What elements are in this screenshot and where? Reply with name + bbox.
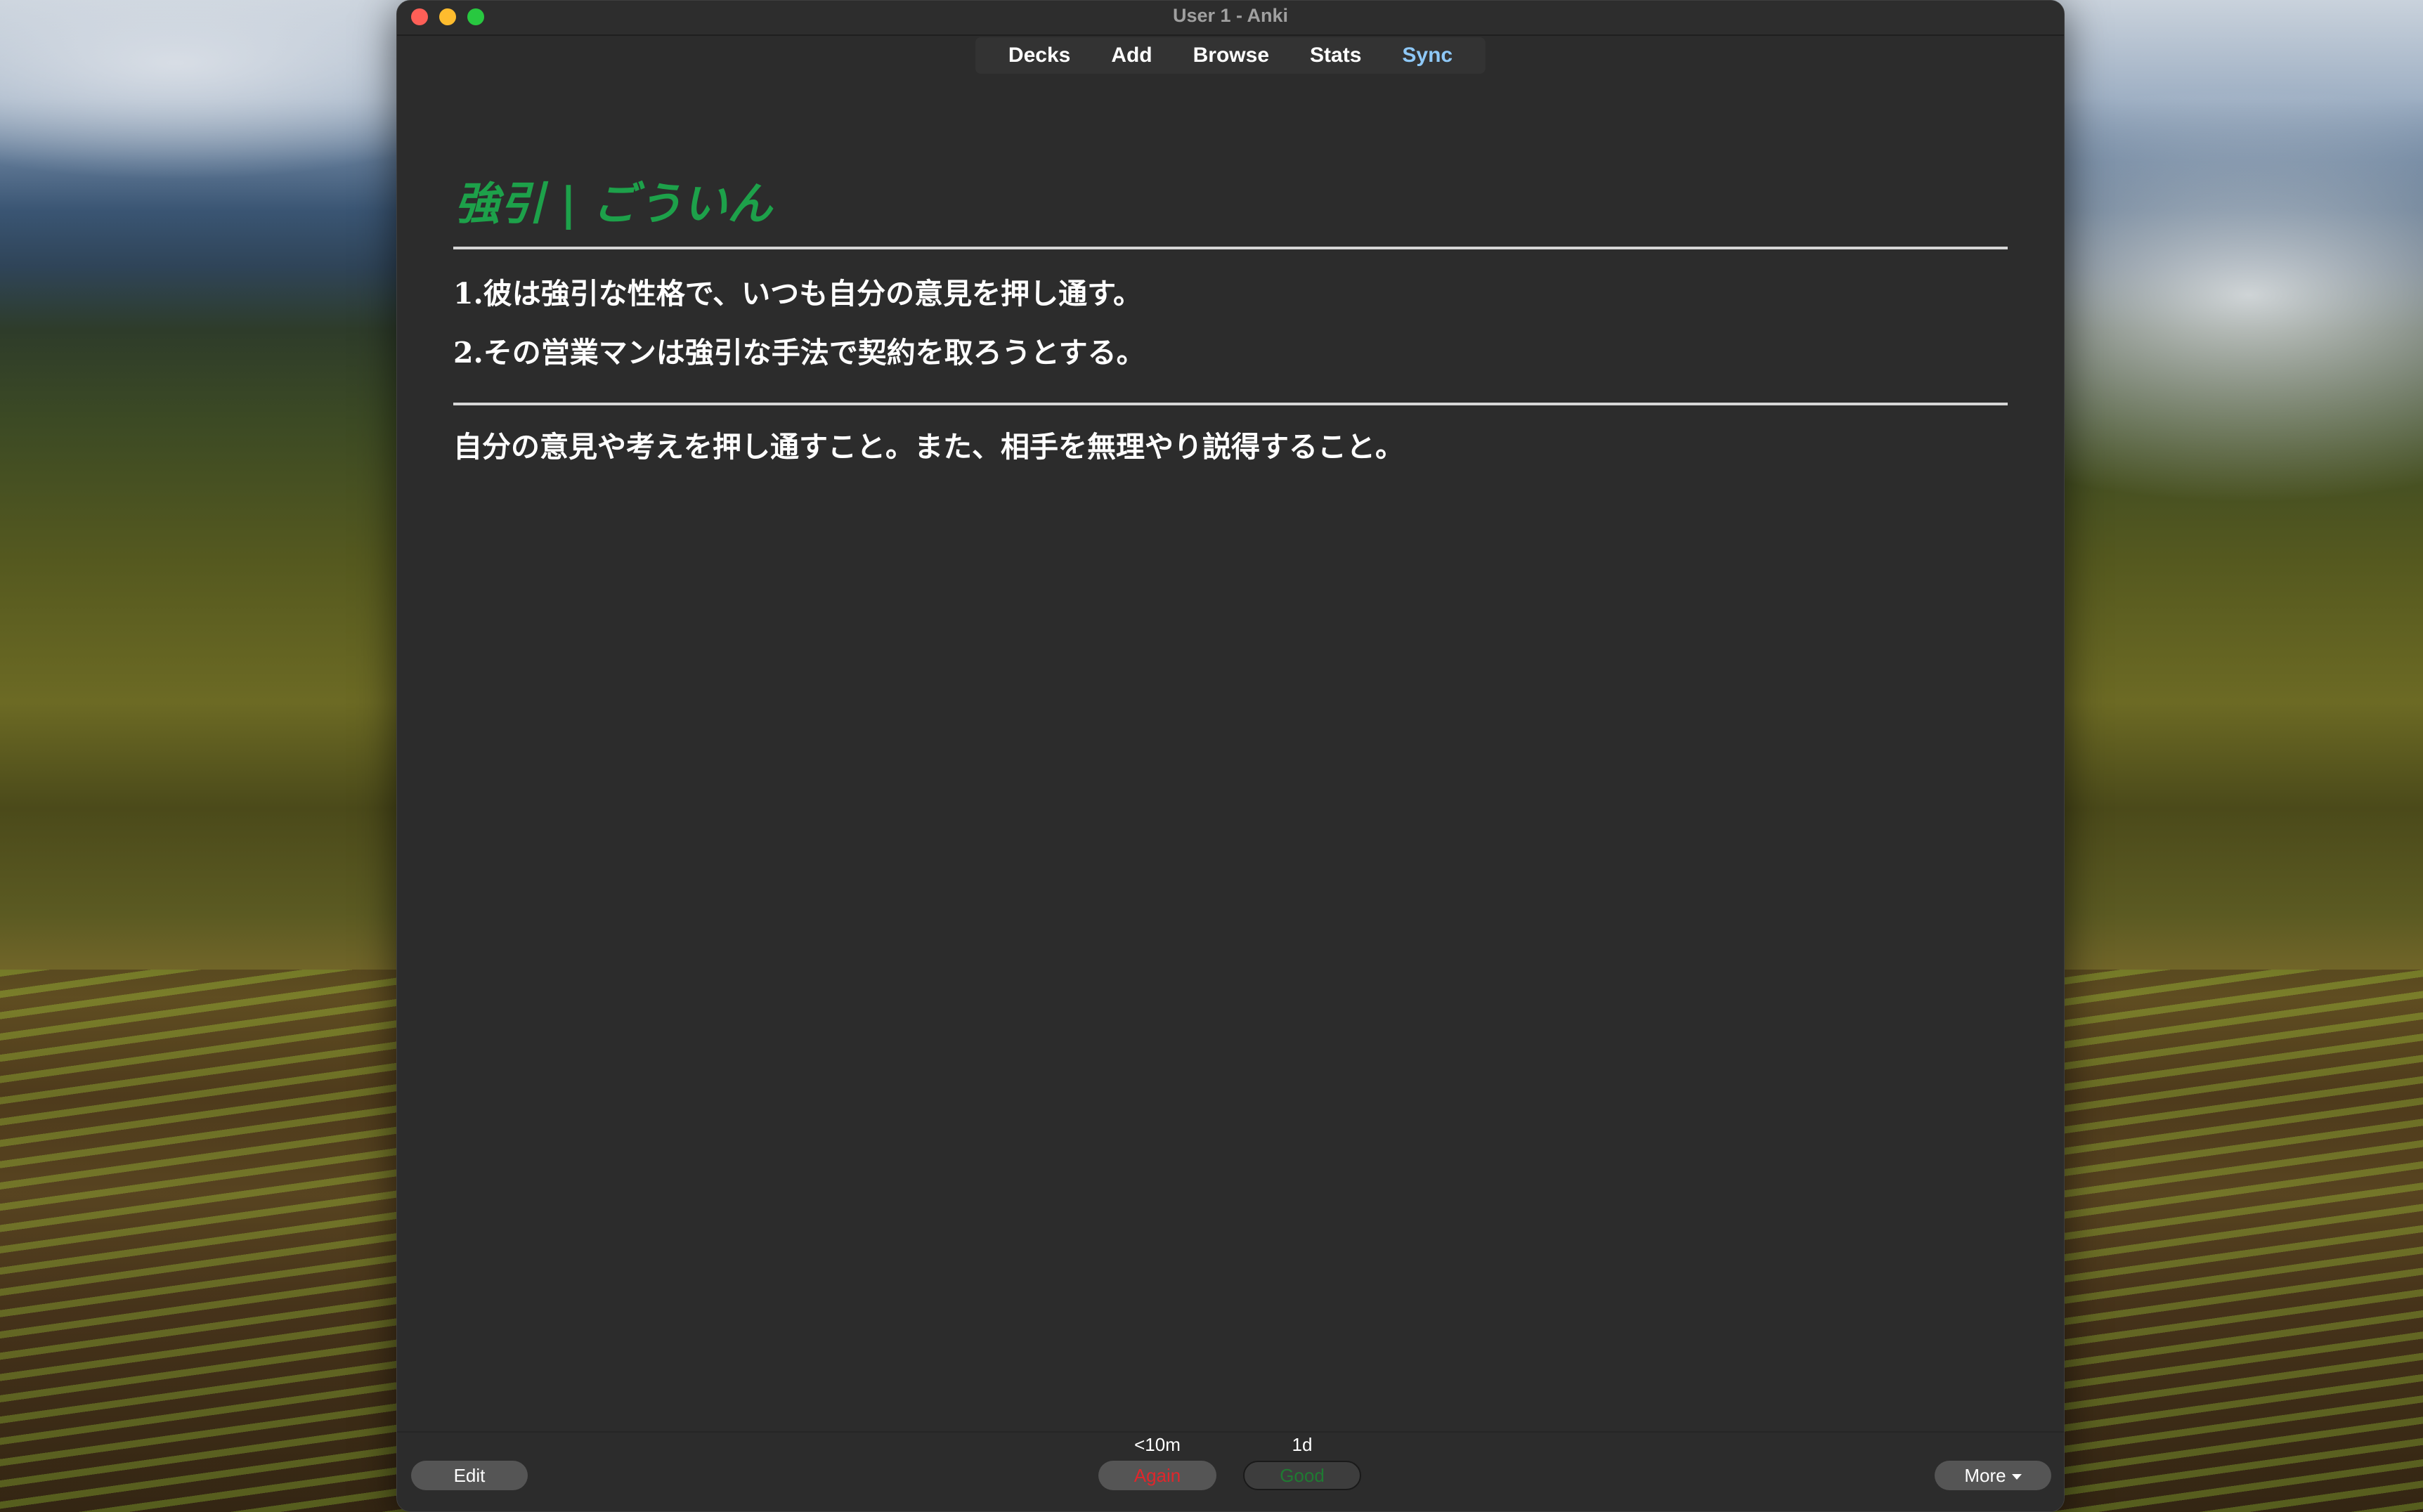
toolbar-decks[interactable]: Decks <box>988 37 1091 74</box>
example-sentences: 1.彼は強引な性格で、いつも自分の意見を押し通す。 2.その営業マンは強引な手法… <box>453 249 2008 403</box>
title-bar: User 1 - Anki <box>397 1 2064 36</box>
edit-button[interactable]: Edit <box>411 1461 528 1490</box>
toolbar-browse[interactable]: Browse <box>1173 37 1290 74</box>
again-button[interactable]: Again <box>1098 1461 1216 1490</box>
toolbar-add[interactable]: Add <box>1091 37 1172 74</box>
good-interval: 1d <box>1292 1434 1313 1455</box>
card-title: 強引 | ごういん <box>455 178 772 230</box>
toolbar-sync[interactable]: Sync <box>1382 37 1473 74</box>
example-sentence: 1.彼は強引な性格で、いつも自分の意見を押し通す。 <box>453 277 1143 311</box>
divider <box>453 403 2008 405</box>
more-button[interactable]: More <box>1935 1461 2051 1490</box>
card-definition: 自分の意見や考えを押し通すこと。また、相手を無理やり説得すること。 <box>453 430 1404 464</box>
main-toolbar: Decks Add Browse Stats Sync <box>975 37 1486 74</box>
good-button[interactable]: Good <box>1243 1461 1361 1490</box>
good-answer-group: 1d Good <box>1243 1434 1361 1490</box>
card-content: 強引 | ごういん 1.彼は強引な性格で、いつも自分の意見を押し通す。 2.その… <box>453 169 2008 469</box>
more-button-label: More <box>1964 1465 2006 1486</box>
toolbar-stats[interactable]: Stats <box>1290 37 1382 74</box>
anki-window: User 1 - Anki Decks Add Browse Stats Syn… <box>396 0 2065 1512</box>
again-interval: <10m <box>1134 1434 1181 1455</box>
again-answer-group: <10m Again <box>1098 1434 1216 1490</box>
window-title: User 1 - Anki <box>1172 5 1289 26</box>
review-bottom-bar: Edit <10m Again 1d Good More <box>397 1431 2064 1511</box>
chevron-down-icon <box>2011 1474 2022 1480</box>
example-sentence: 2.その営業マンは強引な手法で契約を取ろうとする。 <box>453 336 1145 370</box>
